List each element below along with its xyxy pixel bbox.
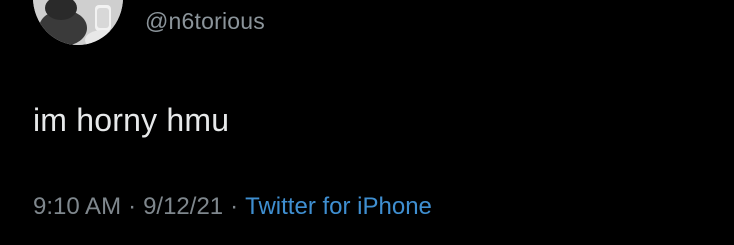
tweet-date[interactable]: 9/12/21 (143, 193, 223, 220)
tweet-source-link[interactable]: Twitter for iPhone (245, 193, 432, 220)
separator-dot: · (230, 193, 239, 220)
separator-dot: · (128, 193, 137, 220)
user-handle[interactable]: @n6torious (145, 7, 265, 35)
avatar-image (33, 0, 123, 45)
tweet-metadata: 9:10 AM · 9/12/21 · Twitter for iPhone (33, 192, 432, 222)
tweet-time[interactable]: 9:10 AM (33, 193, 121, 220)
tweet-text: im horny hmu (33, 102, 230, 138)
avatar[interactable] (33, 0, 123, 45)
